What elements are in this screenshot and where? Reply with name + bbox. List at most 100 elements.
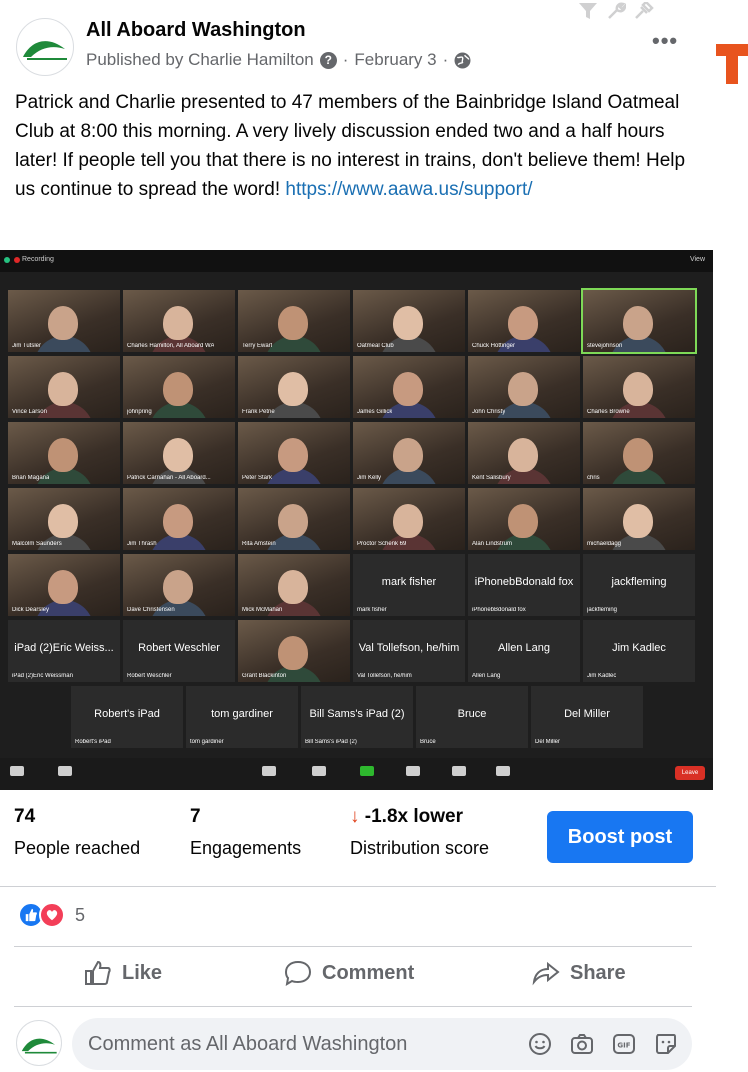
distribution-label: Distribution score [350, 838, 490, 858]
participant-face [163, 438, 193, 472]
commenter-avatar[interactable] [16, 1020, 62, 1066]
participant-face [48, 372, 78, 406]
participant-name: mark fisher [357, 607, 387, 613]
more-options-icon[interactable]: ••• [652, 28, 678, 54]
boost-post-button[interactable]: Boost post [547, 811, 693, 863]
participant-name: Val Tollefson, he/him [357, 673, 412, 679]
participant-face [48, 438, 78, 472]
leave-button: Leave [675, 766, 705, 780]
participant-face [48, 504, 78, 538]
participant-tile: Peter Stark [238, 422, 350, 484]
page-name[interactable]: All Aboard Washington [86, 19, 306, 42]
zoom-top-bar: Recording View [0, 250, 713, 272]
page-avatar[interactable] [16, 18, 74, 76]
participant-name: Robert's iPad [75, 739, 111, 745]
participant-tile: Charles Browne [583, 356, 695, 418]
like-button[interactable]: Like [84, 960, 162, 986]
participant-tile: Robert Weschler Robert Weschler [123, 620, 235, 682]
participant-tile: Allen Lang Allen Lang [468, 620, 580, 682]
gif-icon[interactable]: GIF [612, 1032, 636, 1056]
participant-face [163, 306, 193, 340]
participant-face [278, 570, 308, 604]
comment-icon [284, 960, 312, 986]
down-arrow-icon: ↓ [350, 806, 360, 827]
participant-name: Allen Lang [472, 673, 501, 679]
participant-tile: Grant Blackinton [238, 620, 350, 682]
comment-button[interactable]: Comment [284, 960, 414, 986]
participant-display-name: Robert's iPad [94, 708, 160, 720]
participant-tile: Robert's iPad Robert's iPad [71, 686, 183, 748]
participant-name: Frank Petrie [242, 409, 275, 415]
participant-face [393, 504, 423, 538]
question-icon[interactable]: ? [319, 51, 337, 69]
participant-name: Jim Thrash [127, 541, 157, 547]
participant-name: Bill Sams's iPad (2) [305, 739, 357, 745]
participant-display-name: Del Miller [564, 708, 610, 720]
reactions-icon [452, 766, 466, 776]
participant-name: Terry Ewart [242, 343, 273, 349]
participant-name: Robert Weschler [127, 673, 172, 679]
participant-tile: iPad (2)Eric Weiss... iPad (2)Eric Weissm… [8, 620, 120, 682]
engagements-value: 7 [190, 806, 201, 827]
engagements-label: Engagements [190, 838, 302, 858]
people-reached-label: People reached [14, 838, 141, 858]
participant-tile: Rita Amstein [238, 488, 350, 550]
participant-tile: James Gillick [353, 356, 465, 418]
post-date[interactable]: February 3 [354, 50, 436, 70]
participant-tile: tom gardiner tom gardiner [186, 686, 298, 748]
participant-name: tom gardiner [190, 739, 224, 745]
globe-icon [454, 52, 471, 68]
post-link[interactable]: https://www.aawa.us/support/ [285, 179, 532, 200]
participant-face [508, 504, 538, 538]
people-reached-value: 74 [14, 806, 36, 827]
reaction-count: 5 [75, 904, 86, 925]
participant-name: Proctor Schenk 69 [357, 541, 407, 547]
recording-label: Recording [22, 256, 54, 263]
comment-input[interactable]: Comment as All Aboard Washington GIF [72, 1018, 692, 1070]
participant-face [278, 438, 308, 472]
emoji-icon[interactable] [528, 1032, 552, 1056]
comment-label: Comment [322, 961, 415, 984]
participant-face [163, 372, 193, 406]
svg-text:GIF: GIF [617, 1042, 630, 1050]
participant-tile: Jim Kadlec Jim Kadlec [583, 620, 695, 682]
participant-tile: Brian Magana [8, 422, 120, 484]
participant-tile: Kent Salisbury [468, 422, 580, 484]
participant-tile: Terry Ewart [238, 290, 350, 352]
participant-face [508, 438, 538, 472]
chat-icon [312, 766, 326, 776]
participant-name: James Gillick [357, 409, 393, 415]
participant-tile: Jim Thrash [123, 488, 235, 550]
participant-name: iPad (2)Eric Weissman [12, 673, 73, 679]
pin-icon [635, 2, 654, 19]
participant-name: Charles Hamilton, All Aboard WA [127, 343, 215, 349]
share-button[interactable]: Share [532, 960, 626, 986]
record-button-icon [406, 766, 420, 776]
divider [14, 1006, 692, 1007]
reactions-summary[interactable]: 5 [18, 902, 85, 928]
participant-name: Alan Lindstrum [472, 541, 513, 547]
zoom-meeting-image[interactable]: Recording View Jim Tutsler Charles Hamilt… [0, 250, 713, 790]
participant-tile: Oatmeal Club [353, 290, 465, 352]
post-body: Patrick and Charlie presented to 47 memb… [15, 88, 705, 204]
participant-display-name: Val Tollefson, he/him [358, 642, 460, 654]
published-by: Published by Charlie Hamilton [86, 50, 314, 69]
participants-icon [262, 766, 276, 776]
participant-display-name: Robert Weschler [138, 642, 220, 654]
participant-name: jackfleming [587, 607, 618, 613]
camera-icon[interactable] [570, 1032, 594, 1056]
participant-face [623, 372, 653, 406]
participant-face [508, 306, 538, 340]
participant-face [623, 438, 653, 472]
participant-name: johnpring [127, 409, 152, 415]
record-icon [14, 257, 20, 263]
participant-tile: Dick Dearsley [8, 554, 120, 616]
participant-name: Jim Tutsler [12, 343, 42, 349]
sticker-icon[interactable] [654, 1032, 678, 1056]
participant-tile: Malcolm Saunders [8, 488, 120, 550]
participant-tile: Bill Sams's iPad (2) Bill Sams's iPad (2) [301, 686, 413, 748]
video-camera-icon [58, 766, 72, 776]
participant-face [393, 306, 423, 340]
participant-tile: Mick McMahan [238, 554, 350, 616]
participant-tile: michaeldagg [583, 488, 695, 550]
